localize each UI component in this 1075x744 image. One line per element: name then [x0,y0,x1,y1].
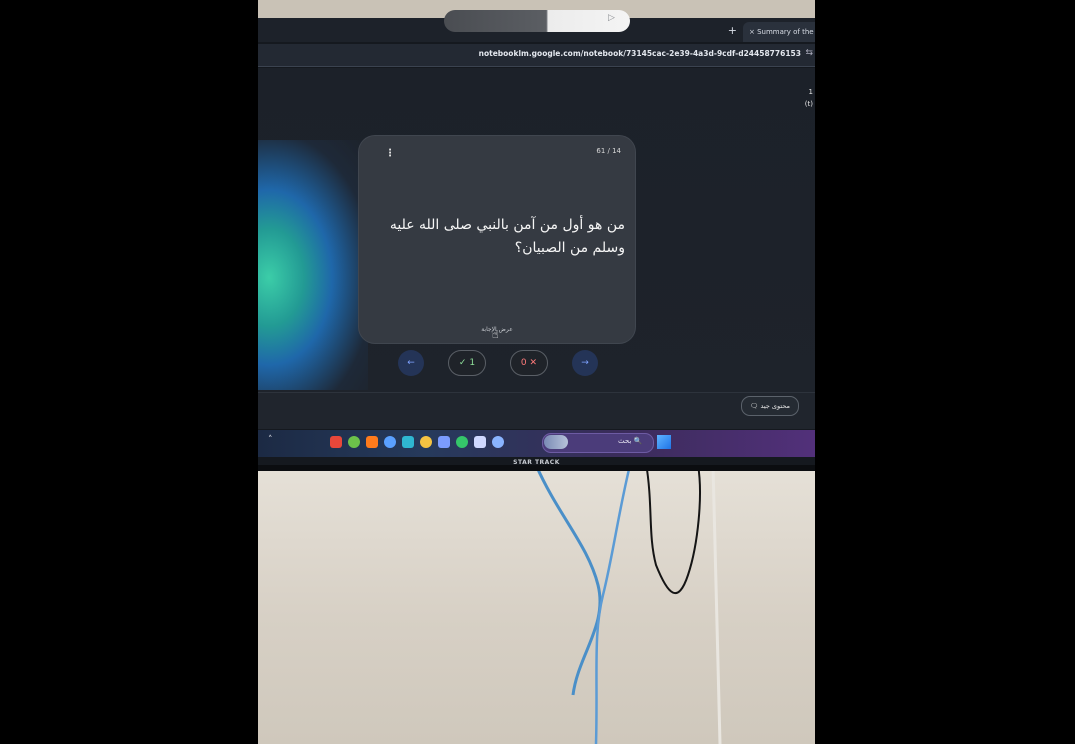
firefox-icon[interactable] [366,436,378,448]
windows-start-icon[interactable] [657,435,671,449]
edge-icon[interactable] [402,436,414,448]
blue-cable-2 [594,464,632,744]
hand-cursor-icon: ☝ [492,328,499,341]
cables [534,462,722,744]
decorative-glow [258,140,368,390]
search-highlight-image [544,435,568,449]
app-icon-4[interactable] [384,436,396,448]
wrong-count: 0 ✕ [520,358,538,368]
bottom-bar [258,392,815,429]
next-card-button[interactable]: → [572,350,598,376]
video-player-pill [444,10,630,32]
url-text[interactable]: notebooklm.google.com/notebook/73145cac-… [479,49,801,58]
flashcard-question: من هو أول من آمن بالنبي صلى الله عليه وس… [389,217,625,256]
app-icon-1[interactable] [330,436,342,448]
monitor-brand: STAR TRACK [513,459,560,466]
play-icon: ▷ [608,13,615,23]
more-options-icon[interactable]: ⋮ [385,148,395,159]
side-indicator: 1 (t) [805,86,813,110]
blue-cable [534,464,602,696]
correct-count: ✓ 1 [458,358,476,368]
video-frame: + × Summary of the Prop notebooklm.googl… [258,0,815,744]
tab-switch-icon[interactable]: ⇆ [805,48,813,58]
app-icon-7[interactable] [438,436,450,448]
search-label[interactable]: بحث 🔍 [618,437,642,445]
side-indicator-2: (t) [804,100,813,108]
app-icon-10[interactable] [492,436,504,448]
mark-correct-button[interactable]: ✓ 1 [448,350,486,376]
arrow-left-icon: ← [407,358,415,368]
card-counter: 61 / 14 [596,147,621,155]
chrome-icon[interactable] [348,436,360,448]
good-content-button[interactable]: 🗨 محتوى جيد [741,396,799,416]
thin-cable [711,464,722,744]
mark-wrong-button[interactable]: 0 ✕ [510,350,548,376]
previous-card-button[interactable]: ← [398,350,424,376]
new-tab-button[interactable]: + [728,24,737,37]
chevron-up-icon[interactable]: ˄ [268,435,273,445]
flashcard[interactable]: ⋮ 61 / 14 من هو أول من آمن بالنبي صلى ال… [359,136,635,343]
app-icon-9[interactable] [474,436,486,448]
black-cable [645,462,701,595]
whatsapp-icon[interactable] [456,436,468,448]
side-indicator-1: 1 [808,88,813,96]
files-icon[interactable] [420,436,432,448]
arrow-right-icon: → [581,358,589,368]
browser-tab-active[interactable]: × Summary of the Prop [743,22,815,42]
monitor: + × Summary of the Prop notebooklm.googl… [258,0,815,471]
